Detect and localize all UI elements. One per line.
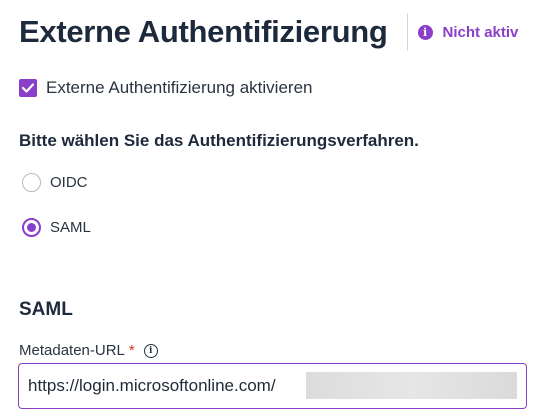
enable-external-auth-checkbox[interactable]	[19, 79, 37, 97]
metadata-url-input[interactable]: https://login.microsoftonline.com/	[18, 363, 527, 409]
status-badge: i Nicht aktiv	[417, 23, 519, 41]
metadata-url-label: Metadaten-URL	[19, 342, 125, 359]
radio-option-saml[interactable]: SAML	[22, 218, 91, 237]
enable-external-auth-checkbox-row[interactable]: Externe Authentifizierung aktivieren	[19, 78, 313, 98]
required-marker: *	[128, 342, 135, 359]
checkmark-icon	[22, 83, 34, 93]
metadata-url-value: https://login.microsoftonline.com/	[28, 376, 276, 395]
radio-label-oidc: OIDC	[50, 174, 88, 191]
radio-button-oidc[interactable]	[22, 173, 41, 192]
radio-label-saml: SAML	[50, 219, 91, 236]
info-outline-icon[interactable]: i	[143, 343, 158, 358]
saml-section-title: SAML	[19, 299, 73, 320]
page-title: Externe Authentifizierung	[19, 14, 388, 49]
radio-selected-dot	[27, 223, 36, 232]
redacted-region	[306, 372, 517, 399]
enable-external-auth-label: Externe Authentifizierung aktivieren	[46, 78, 313, 97]
info-filled-icon: i	[417, 24, 433, 40]
external-auth-settings-page: Externe Authentifizierung i Nicht aktiv …	[0, 0, 540, 417]
metadata-url-label-row: Metadaten-URL * i	[19, 342, 158, 359]
status-label: Nicht aktiv	[442, 23, 519, 41]
header-divider	[406, 13, 408, 51]
auth-method-question: Bitte wählen Sie das Authentifizierungsv…	[19, 131, 419, 150]
radio-button-saml[interactable]	[22, 218, 41, 237]
radio-option-oidc[interactable]: OIDC	[22, 173, 88, 192]
page-header: Externe Authentifizierung i Nicht aktiv	[19, 12, 518, 52]
